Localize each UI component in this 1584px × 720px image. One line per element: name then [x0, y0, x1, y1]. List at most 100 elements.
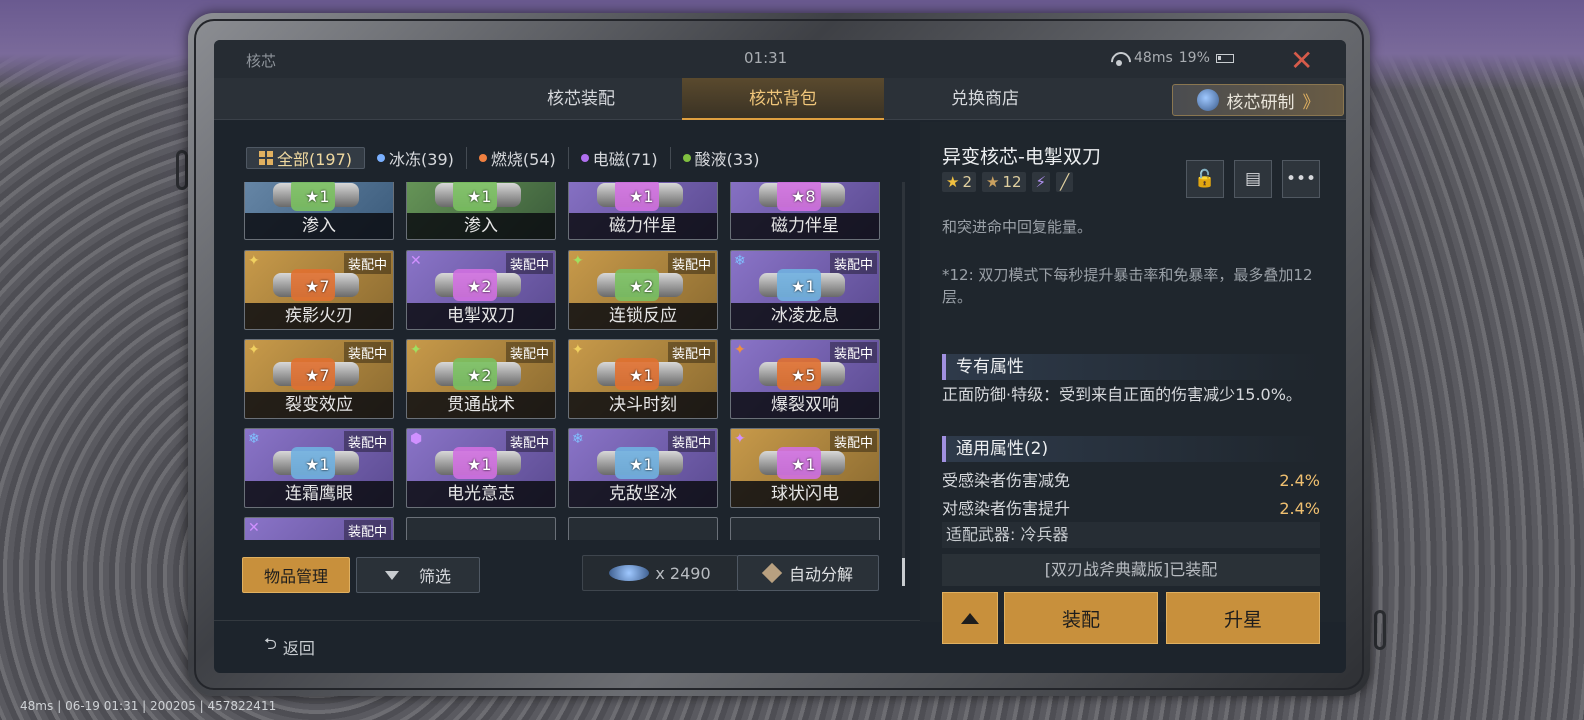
star-count: ★1: [791, 455, 816, 474]
core-item-name: 疾影火刃: [245, 303, 393, 329]
equipped-badge: 装配中: [343, 431, 391, 452]
equipped-badge: 装配中: [829, 431, 877, 452]
core-item-name: 连霜鹰眼: [245, 481, 393, 507]
core-item-name: 克敌坚冰: [569, 481, 717, 507]
core-item-card[interactable]: ⬢ 装配中 ★1 电光意志: [406, 428, 556, 508]
core-star-tags: ★ 2 ★ 12 ⚡ ╱: [942, 172, 1074, 192]
star-tag-max: ★ 12: [982, 172, 1026, 192]
core-item-card[interactable]: ✦ 装配中 ★5 爆裂双响: [730, 339, 880, 419]
core-item-name: 电光意志: [407, 481, 555, 507]
filter-electro-label: 电磁(71): [592, 150, 658, 169]
currency-display: x 2490: [582, 555, 738, 591]
core-item-card[interactable]: ✕ 装配中 ★2 电掣双刀: [406, 250, 556, 330]
filter-button-label: 筛选: [418, 567, 451, 586]
element-filters: 全部(197) 冰冻(39) 燃烧(54) 电磁(71) 酸液(33): [246, 144, 906, 172]
equipped-badge: 装配中: [829, 342, 877, 363]
network-info: 48ms 19%: [1110, 50, 1234, 66]
core-effect-text-12: *12: 双刀模式下每秒提升暴击率和免暴率，最多叠加12层。: [942, 266, 1313, 306]
lock-icon[interactable]: 🔓: [1186, 160, 1224, 198]
core-item-name: 电掣双刀: [407, 303, 555, 329]
inspect-icon[interactable]: ▤: [1234, 160, 1272, 198]
core-item-card[interactable]: ✦ 装配中 ★2 连锁反应: [568, 250, 718, 330]
equipped-status: [双刃战斧典藏版]已装配: [942, 554, 1320, 586]
collapse-up-button[interactable]: [942, 592, 998, 644]
return-arrow-icon: ⮌: [264, 634, 277, 653]
star-max-value: 12: [1002, 173, 1022, 191]
core-research-label: 核芯研制: [1226, 92, 1295, 113]
empty-slot: [730, 517, 880, 540]
core-item-card[interactable]: ✦ 装配中 ★1 决斗时刻: [568, 339, 718, 419]
core-item-name: 冰凌龙息: [731, 303, 879, 329]
core-item-card[interactable]: ❄ 装配中 ★1 冰凌龙息: [730, 250, 880, 330]
element-icon: ❄: [572, 431, 584, 447]
tab-core-assembly[interactable]: 核芯装配: [480, 78, 682, 120]
grid-scrollbar[interactable]: [902, 182, 905, 586]
upgrade-star-button[interactable]: 升星: [1166, 592, 1320, 644]
grid-icon: [259, 151, 273, 165]
element-icon: ✦: [410, 342, 422, 358]
tab-core-backpack[interactable]: 核芯背包: [682, 78, 884, 120]
star-count: ★8: [791, 187, 816, 206]
core-item-name: 渗入: [245, 213, 393, 239]
filter-all[interactable]: 全部(197): [246, 147, 366, 169]
core-item-name: 连锁反应: [569, 303, 717, 329]
core-item-card[interactable]: ✦ 装配中 ★1 球状闪电: [730, 428, 880, 508]
core-item-card[interactable]: ✦ 装配中 ★7 裂变效应: [244, 339, 394, 419]
core-item-card[interactable]: ✕ 装配中: [244, 517, 394, 540]
star-count: ★1: [629, 366, 654, 385]
star-count: ★7: [305, 277, 330, 296]
acid-icon: [682, 154, 691, 162]
snowflake-icon: [377, 154, 386, 162]
ping-text: 48ms: [1134, 50, 1173, 66]
filter-button[interactable]: 筛选: [356, 557, 480, 593]
battery-text: 19%: [1178, 50, 1210, 66]
core-item-card[interactable]: ❄ 装配中 ★1 连霜鹰眼: [244, 428, 394, 508]
back-button[interactable]: ⮌ 返回: [264, 633, 315, 660]
element-icon: ✦: [248, 253, 260, 269]
box-icon: [761, 562, 783, 584]
filter-acid-label: 酸液(33): [694, 150, 760, 169]
element-icon: ❄: [248, 431, 260, 447]
core-item-card[interactable]: ★1 渗入: [406, 182, 556, 240]
core-item-name: 爆裂双响: [731, 392, 879, 418]
core-effect-text: 和突进命中回复能量。: [942, 218, 1093, 236]
status-ping: 48ms: [20, 699, 54, 713]
filter-freeze[interactable]: 冰冻(39): [365, 147, 467, 169]
currency-amount: x 2490: [655, 563, 711, 583]
equip-button[interactable]: 装配: [1004, 592, 1158, 644]
element-icon: ✕: [410, 253, 422, 269]
tab-exchange-shop[interactable]: 兑换商店: [884, 78, 1086, 120]
star-count: ★1: [629, 187, 654, 206]
core-item-card[interactable]: ★1 磁力伴星: [568, 182, 718, 240]
auto-dismantle-button[interactable]: 自动分解: [737, 555, 879, 591]
empty-slot: [568, 517, 718, 540]
filter-electro[interactable]: 电磁(71): [569, 147, 671, 169]
core-item-card[interactable]: ★8 磁力伴星: [730, 182, 880, 240]
close-icon[interactable]: ✕: [1290, 44, 1313, 77]
core-item-name: 球状闪电: [731, 481, 879, 507]
wifi-icon: [1110, 52, 1128, 66]
core-item-name: 贯通战术: [407, 392, 555, 418]
filter-burn[interactable]: 燃烧(54): [467, 147, 569, 169]
more-options-icon[interactable]: •••: [1282, 160, 1320, 198]
core-item-card[interactable]: ★1 渗入: [244, 182, 394, 240]
core-item-card[interactable]: ✦ 装配中 ★7 疾影火刃: [244, 250, 394, 330]
filter-freeze-label: 冰冻(39): [389, 150, 454, 169]
core-research-button[interactable]: 核芯研制 》: [1172, 84, 1344, 116]
star-count: ★2: [467, 366, 492, 385]
item-management-button[interactable]: 物品管理: [242, 557, 350, 593]
star-count: ★5: [791, 366, 816, 385]
filter-acid[interactable]: 酸液(33): [671, 147, 772, 169]
star-count: ★1: [305, 455, 330, 474]
equipped-badge: 装配中: [667, 431, 715, 452]
equipped-badge: 装配中: [343, 342, 391, 363]
filter-all-label: 全部(197): [277, 150, 353, 169]
equipped-badge: 装配中: [667, 342, 715, 363]
core-item-card[interactable]: ❄ 装配中 ★1 克敌坚冰: [568, 428, 718, 508]
frame-hook-left: [176, 150, 188, 190]
back-label: 返回: [282, 638, 315, 658]
core-item-card[interactable]: ✦ 装配中 ★2 贯通战术: [406, 339, 556, 419]
stat-row: 受感染者伤害减免 2.4%: [942, 470, 1320, 492]
core-item-grid: ★1 渗入 ★1 渗入 ★1 磁力伴星 ★8 磁力伴星 ✦ 装配中 ★7 疾影火…: [244, 182, 884, 540]
equipped-badge: 装配中: [505, 342, 553, 363]
